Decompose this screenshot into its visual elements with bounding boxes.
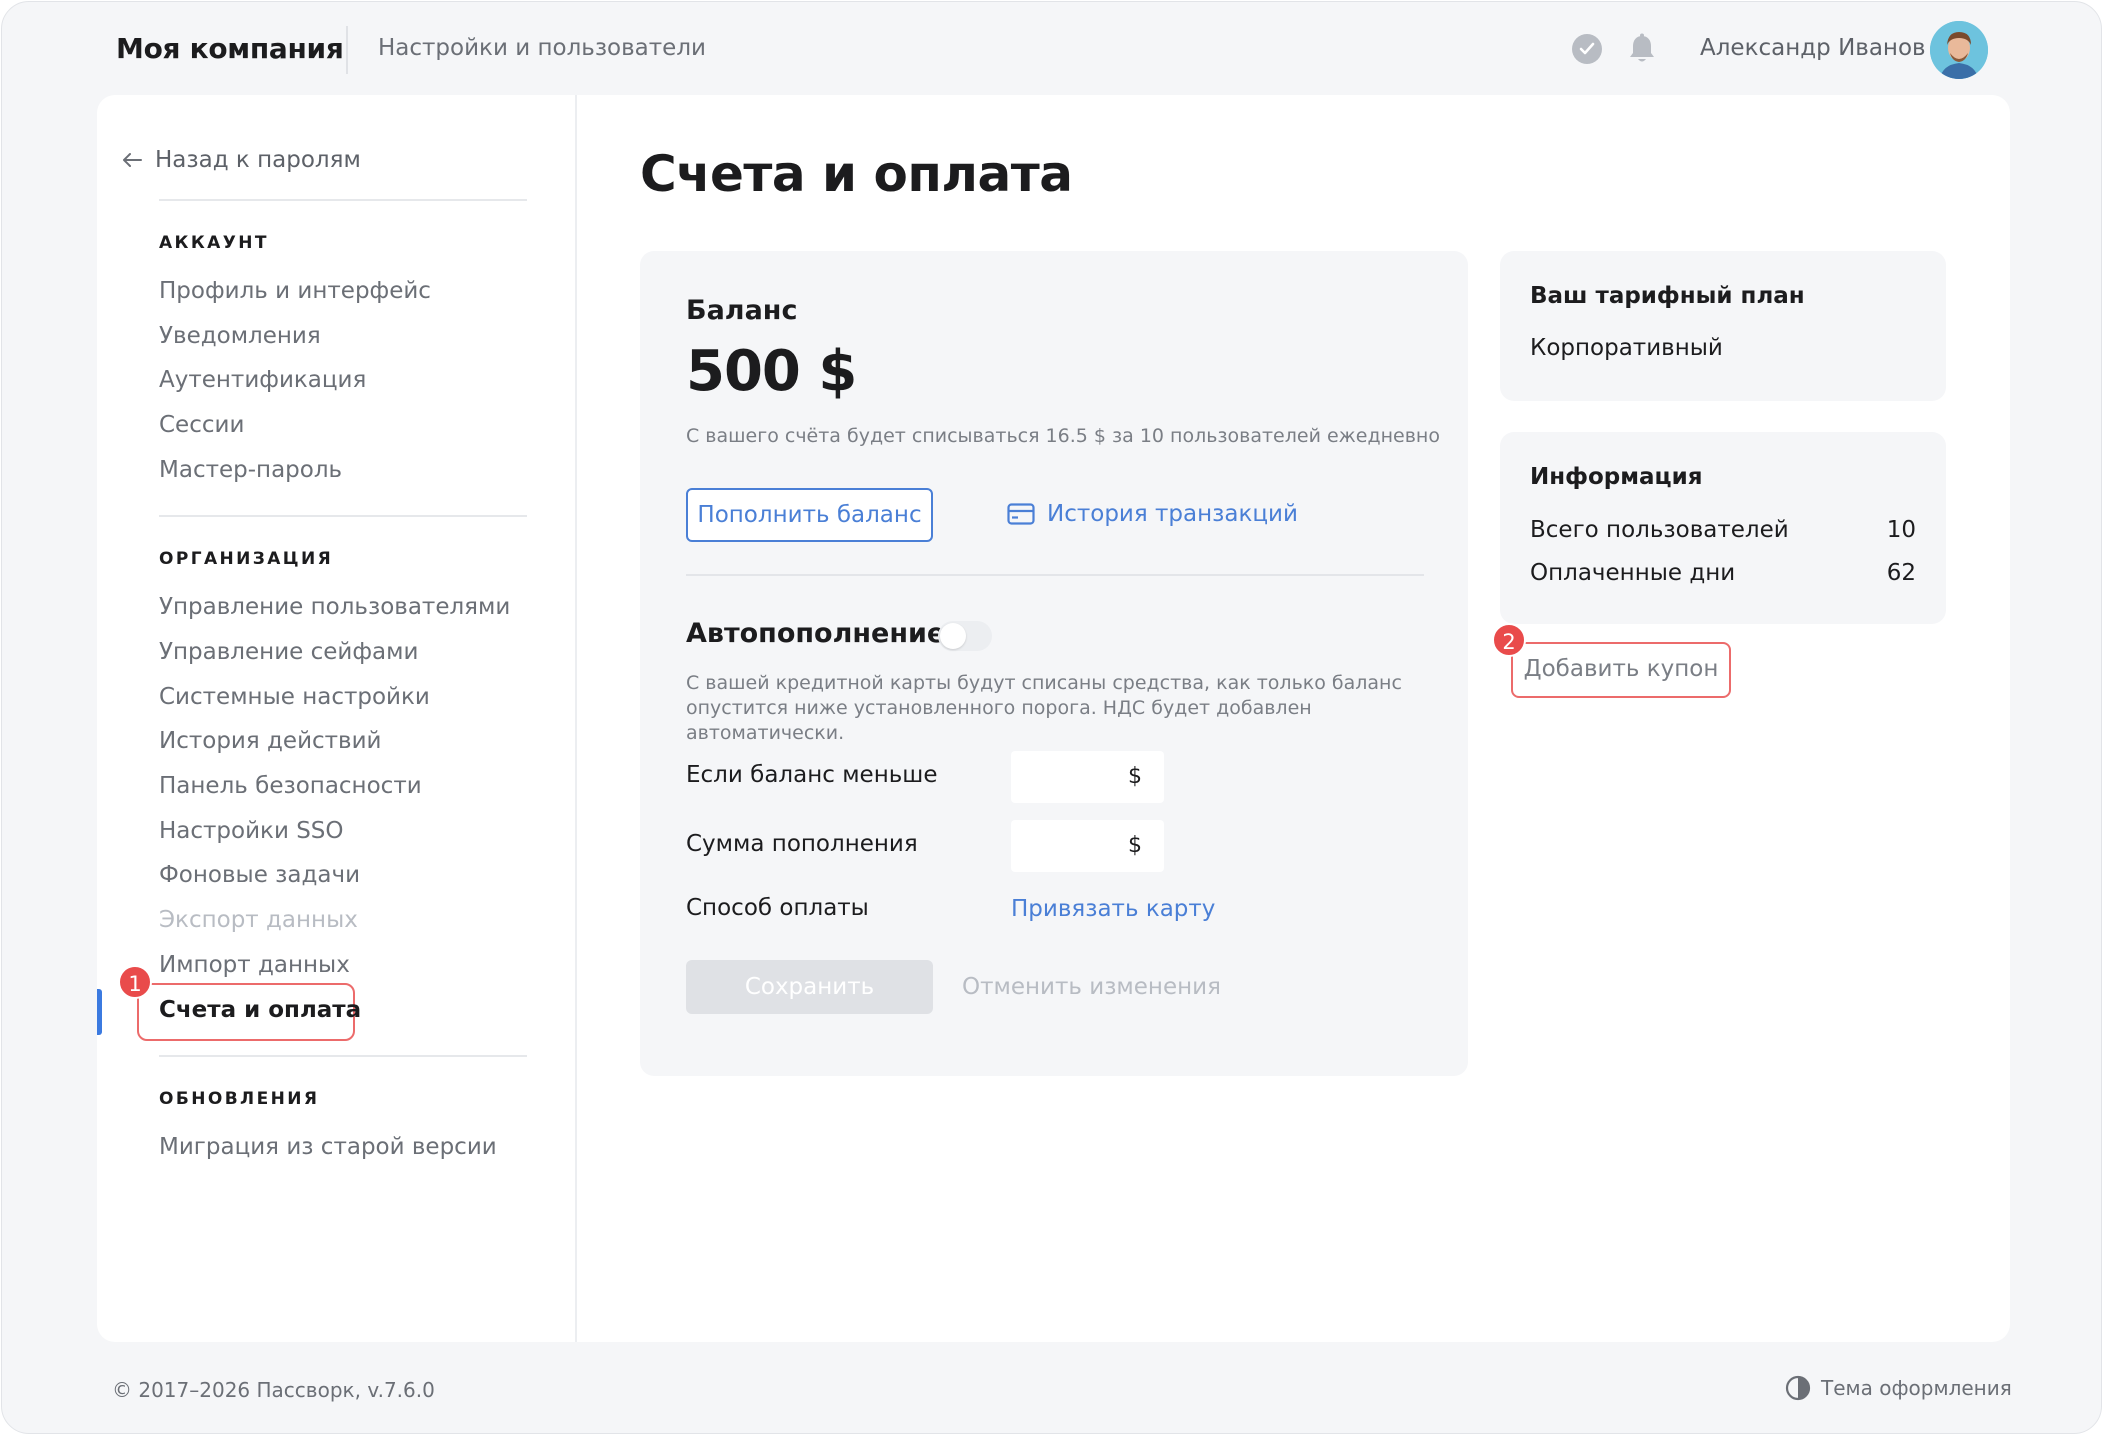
sidebar-divider — [159, 515, 527, 517]
sidebar-item-profile[interactable]: Профиль и интерфейс — [159, 278, 431, 304]
bell-icon[interactable] — [1626, 32, 1658, 66]
autopay-toggle[interactable] — [938, 621, 992, 651]
info-panel: Информация Всего пользователей 10 Оплаче… — [1500, 432, 1946, 624]
toggle-knob — [940, 623, 966, 649]
info-row-label: Оплаченные дни — [1530, 560, 1736, 586]
topup-amount-label: Сумма пополнения — [686, 831, 918, 857]
link-card-link[interactable]: Привязать карту — [1011, 896, 1215, 922]
back-link-label: Назад к паролям — [155, 147, 361, 173]
settings-sidebar: Назад к паролям АККАУНТ Профиль и интерф… — [97, 95, 577, 1342]
balance-divider — [686, 574, 1424, 576]
sidebar-item-sessions[interactable]: Сессии — [159, 412, 244, 438]
add-coupon-button[interactable]: Добавить купон — [1511, 642, 1731, 698]
plan-panel: Ваш тарифный план Корпоративный — [1500, 251, 1946, 401]
threshold-label: Если баланс меньше — [686, 762, 938, 788]
autopay-title: Автопополнение — [686, 618, 946, 649]
user-name[interactable]: Александр Иванов — [1700, 35, 1926, 61]
credit-card-icon — [1007, 503, 1035, 525]
balance-label: Баланс — [686, 295, 798, 326]
annotation-badge-2: 2 — [1492, 623, 1526, 657]
plan-title: Ваш тарифный план — [1530, 283, 1805, 309]
theme-toggle[interactable]: Тема оформления — [1785, 1375, 2012, 1401]
company-name[interactable]: Моя компания — [116, 32, 344, 65]
plan-value: Корпоративный — [1530, 335, 1723, 361]
balance-amount: 500 $ — [686, 339, 857, 404]
sidebar-item-billing[interactable]: Счета и оплата — [159, 997, 361, 1023]
footer-copyright: © 2017–2026 Пассворк, v.7.6.0 — [112, 1378, 435, 1402]
check-circle-icon[interactable] — [1572, 34, 1602, 64]
info-row-value: 62 — [1886, 560, 1916, 586]
balance-panel: Баланс 500 $ С вашего счёта будет списыв… — [640, 251, 1468, 1076]
sidebar-heading-organization: ОРГАНИЗАЦИЯ — [159, 549, 334, 569]
theme-toggle-label: Тема оформления — [1821, 1376, 2012, 1400]
info-row: Оплаченные дни 62 — [1530, 560, 1916, 586]
sidebar-item-authentication[interactable]: Аутентификация — [159, 367, 366, 393]
sidebar-divider — [159, 199, 527, 201]
back-to-passwords-link[interactable]: Назад к паролям — [121, 147, 361, 173]
autopay-description: С вашей кредитной карты будут списаны ср… — [686, 672, 1402, 744]
balance-note: С вашего счёта будет списываться 16.5 $ … — [686, 425, 1440, 447]
sidebar-item-user-management[interactable]: Управление пользователями — [159, 594, 510, 620]
sidebar-item-security-dashboard[interactable]: Панель безопасности — [159, 773, 422, 799]
info-row-value: 10 — [1886, 517, 1916, 543]
info-row-label: Всего пользователей — [1530, 517, 1789, 543]
page-title: Счета и оплата — [640, 145, 1073, 203]
cancel-changes-button[interactable]: Отменить изменения — [962, 974, 1221, 1000]
active-item-indicator — [97, 989, 102, 1035]
threshold-input[interactable]: $ — [1011, 751, 1164, 803]
info-title: Информация — [1530, 464, 1703, 490]
sidebar-item-activity-log[interactable]: История действий — [159, 728, 382, 754]
settings-card: Назад к паролям АККАУНТ Профиль и интерф… — [97, 95, 2010, 1342]
save-button[interactable]: Сохранить — [686, 960, 933, 1014]
annotation-badge-1: 1 — [118, 965, 152, 999]
topup-balance-button[interactable]: Пополнить баланс — [686, 488, 933, 542]
topup-amount-currency: $ — [1128, 833, 1142, 858]
threshold-currency: $ — [1128, 764, 1142, 789]
sidebar-item-data-export: Экспорт данных — [159, 907, 358, 933]
sidebar-item-notifications[interactable]: Уведомления — [159, 323, 321, 349]
sidebar-item-sso-settings[interactable]: Настройки SSO — [159, 818, 344, 844]
sidebar-item-migration[interactable]: Миграция из старой версии — [159, 1134, 497, 1160]
payment-method-label: Способ оплаты — [686, 895, 869, 921]
transaction-history-label: История транзакций — [1047, 501, 1298, 527]
top-bar: Моя компания Настройки и пользователи Ал… — [2, 2, 2101, 96]
header-divider — [346, 26, 348, 74]
sidebar-item-vault-management[interactable]: Управление сейфами — [159, 639, 418, 665]
arrow-left-icon — [123, 153, 142, 167]
header-section-title: Настройки и пользователи — [378, 35, 706, 61]
transaction-history-link[interactable]: История транзакций — [1007, 501, 1298, 527]
sidebar-divider — [159, 1055, 527, 1057]
user-avatar[interactable] — [1930, 21, 1988, 79]
sidebar-heading-updates: ОБНОВЛЕНИЯ — [159, 1089, 320, 1109]
sidebar-item-background-tasks[interactable]: Фоновые задачи — [159, 862, 360, 888]
contrast-icon — [1785, 1375, 1811, 1401]
sidebar-item-system-settings[interactable]: Системные настройки — [159, 684, 430, 710]
sidebar-heading-account: АККАУНТ — [159, 233, 269, 253]
sidebar-item-master-password[interactable]: Мастер-пароль — [159, 457, 342, 483]
app-window: Моя компания Настройки и пользователи Ал… — [1, 1, 2102, 1434]
topup-amount-input[interactable]: $ — [1011, 820, 1164, 872]
info-row: Всего пользователей 10 — [1530, 517, 1916, 543]
sidebar-item-data-import[interactable]: Импорт данных — [159, 952, 350, 978]
